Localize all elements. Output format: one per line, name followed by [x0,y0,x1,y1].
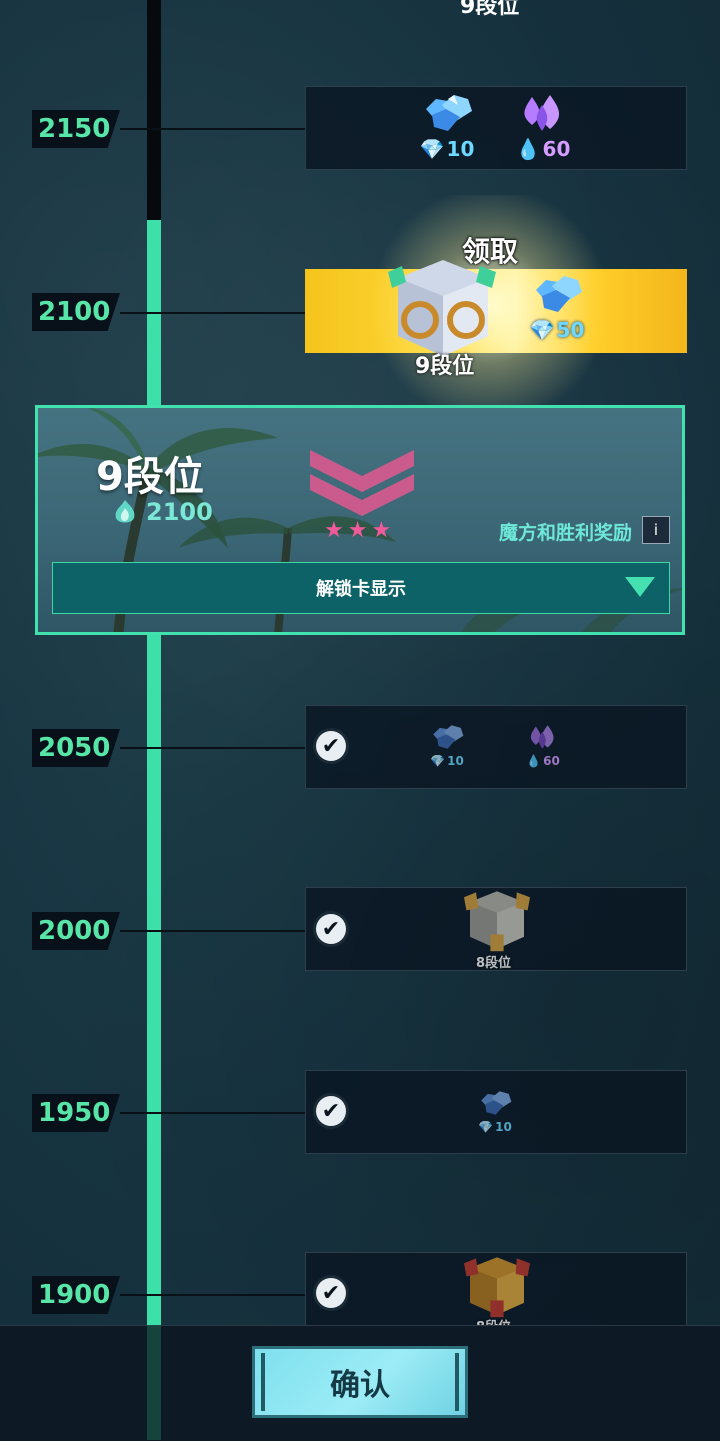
elixir-drops-icon [524,95,560,131]
gem-small-icon: 💎 [430,754,446,768]
elixir-small-icon: 💧 [515,137,541,161]
gem-amount: 10 [447,754,464,768]
gem-small-icon: 💎 [478,1120,494,1134]
elixir-small-icon: 💧 [526,754,542,768]
tier-connector [120,930,305,932]
elixir-amount: 60 [542,137,571,161]
cube-victory-rewards-link[interactable]: 魔方和胜利奖励 [499,518,632,545]
cube-rank-label: 8段位 [476,956,512,971]
claim-button[interactable]: 领取 [462,230,518,270]
cube-rank-label: 9段位 [415,354,475,379]
tier-reward-box[interactable] [305,705,687,789]
elixir-reward: 💧 60 [514,91,572,161]
gem-amount: 10 [495,1120,512,1134]
progress-track-unfilled [147,0,161,220]
unlock-cards-label: 解锁卡显示 [316,579,406,600]
gem-small-icon: 💎 [419,137,445,161]
claimed-check-icon: ✔ [316,914,346,944]
gem-reward: 💎 10 [418,91,476,161]
gem-amount: 10 [446,137,475,161]
elixir-reward: 💧 60 [524,722,562,768]
gems-icon [433,725,464,749]
elixir-amount: 60 [543,754,560,768]
unlock-cards-dropdown[interactable]: 解锁卡显示 [52,562,670,614]
current-rank-card: 9段位 2100 ★★★ 魔方和胜利奖励 i 解锁卡显示 [35,405,685,635]
dropdown-arrow-icon [625,577,655,597]
tier-connector [120,1112,305,1114]
progress-track-footer [147,1325,161,1440]
rank-cube-icon [464,1257,530,1318]
tier-connector [120,1294,305,1296]
previous-tier-cube-label: 9段位 [460,0,520,19]
tier-connector [120,128,305,130]
gems-icon [536,276,582,312]
tier-connector [120,312,305,314]
gems-icon [481,1091,512,1115]
tier-points-label: 2050 [32,729,120,767]
rank-cube-icon [464,891,530,952]
confirm-button[interactable]: 确认 [252,1346,468,1418]
gem-amount: 50 [556,318,585,342]
tier-points-label: 2150 [32,110,120,148]
claimed-check-icon: ✔ [316,1278,346,1308]
gem-small-icon: 💎 [529,318,555,342]
rank-stars: ★★★ [324,518,396,543]
tier-points-label: 2100 [32,293,120,331]
gems-icon [426,95,472,131]
tier-reward-box[interactable]: 💎 10 💧 60 [305,86,687,170]
claimed-check-icon: ✔ [316,1096,346,1126]
rank-chevron-icon [310,450,414,516]
gem-reward: 💎 50 [528,272,586,342]
tier-points-label: 1900 [32,1276,120,1314]
gem-reward: 💎 10 [428,722,466,768]
confirm-button-label: 确认 [330,1368,390,1403]
elixir-drops-icon [530,725,554,749]
tier-connector [120,747,305,749]
tier-points-label: 1950 [32,1094,120,1132]
gem-reward: 💎 10 [476,1088,514,1134]
tier-points-label: 2000 [32,912,120,950]
trophy-flame-icon [115,500,135,523]
info-button[interactable]: i [642,516,670,544]
progress-track-filled [147,220,161,1440]
claimed-check-icon: ✔ [316,731,346,761]
rank-points: 2100 [110,498,213,526]
rank-points-value: 2100 [146,498,213,526]
rank-title: 9段位 [96,454,204,500]
